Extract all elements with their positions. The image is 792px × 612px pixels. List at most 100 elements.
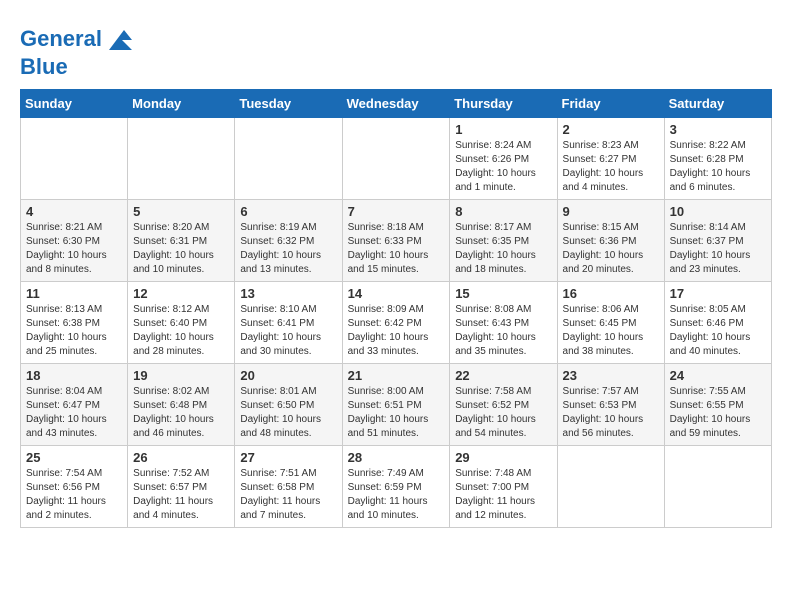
day-number: 9 bbox=[563, 204, 659, 219]
day-info: Sunrise: 7:51 AM Sunset: 6:58 PM Dayligh… bbox=[240, 467, 336, 523]
day-number: 11 bbox=[26, 286, 122, 301]
day-number: 2 bbox=[563, 122, 659, 137]
calendar-cell: 5 Sunrise: 8:20 AM Sunset: 6:31 PM Daylig… bbox=[128, 200, 235, 282]
day-info: Sunrise: 8:13 AM Sunset: 6:38 PM Dayligh… bbox=[26, 303, 122, 359]
calendar-cell: 24 Sunrise: 7:55 AM Sunset: 6:55 PM Dayli… bbox=[664, 364, 771, 446]
calendar-cell: 9 Sunrise: 8:15 AM Sunset: 6:36 PM Daylig… bbox=[557, 200, 664, 282]
day-info: Sunrise: 7:55 AM Sunset: 6:55 PM Dayligh… bbox=[670, 385, 766, 441]
day-number: 20 bbox=[240, 368, 336, 383]
day-header-monday: Monday bbox=[128, 90, 235, 118]
logo-icon bbox=[104, 25, 134, 55]
day-info: Sunrise: 8:06 AM Sunset: 6:45 PM Dayligh… bbox=[563, 303, 659, 359]
calendar-week-2: 4 Sunrise: 8:21 AM Sunset: 6:30 PM Daylig… bbox=[21, 200, 772, 282]
day-number: 17 bbox=[670, 286, 766, 301]
day-header-wednesday: Wednesday bbox=[342, 90, 450, 118]
day-info: Sunrise: 7:52 AM Sunset: 6:57 PM Dayligh… bbox=[133, 467, 229, 523]
day-info: Sunrise: 8:04 AM Sunset: 6:47 PM Dayligh… bbox=[26, 385, 122, 441]
calendar-cell: 26 Sunrise: 7:52 AM Sunset: 6:57 PM Dayli… bbox=[128, 446, 235, 528]
day-number: 27 bbox=[240, 450, 336, 465]
day-number: 13 bbox=[240, 286, 336, 301]
day-number: 28 bbox=[348, 450, 445, 465]
calendar-cell bbox=[664, 446, 771, 528]
day-info: Sunrise: 8:00 AM Sunset: 6:51 PM Dayligh… bbox=[348, 385, 445, 441]
day-info: Sunrise: 8:08 AM Sunset: 6:43 PM Dayligh… bbox=[455, 303, 551, 359]
day-number: 5 bbox=[133, 204, 229, 219]
day-info: Sunrise: 8:02 AM Sunset: 6:48 PM Dayligh… bbox=[133, 385, 229, 441]
calendar-cell: 18 Sunrise: 8:04 AM Sunset: 6:47 PM Dayli… bbox=[21, 364, 128, 446]
calendar-week-5: 25 Sunrise: 7:54 AM Sunset: 6:56 PM Dayli… bbox=[21, 446, 772, 528]
day-info: Sunrise: 8:01 AM Sunset: 6:50 PM Dayligh… bbox=[240, 385, 336, 441]
day-number: 6 bbox=[240, 204, 336, 219]
calendar-cell: 8Sunrise: 8:17 AM Sunset: 6:35 PM Daylig… bbox=[450, 200, 557, 282]
day-info: Sunrise: 8:10 AM Sunset: 6:41 PM Dayligh… bbox=[240, 303, 336, 359]
logo-text: General Blue bbox=[20, 25, 134, 79]
calendar-cell: 16 Sunrise: 8:06 AM Sunset: 6:45 PM Dayli… bbox=[557, 282, 664, 364]
calendar-week-4: 18 Sunrise: 8:04 AM Sunset: 6:47 PM Dayli… bbox=[21, 364, 772, 446]
day-number: 1 bbox=[455, 122, 551, 137]
calendar-cell: 7 Sunrise: 8:18 AM Sunset: 6:33 PM Daylig… bbox=[342, 200, 450, 282]
calendar-cell: 2 Sunrise: 8:23 AM Sunset: 6:27 PM Daylig… bbox=[557, 118, 664, 200]
calendar-week-3: 11 Sunrise: 8:13 AM Sunset: 6:38 PM Dayli… bbox=[21, 282, 772, 364]
day-header-saturday: Saturday bbox=[664, 90, 771, 118]
day-number: 22 bbox=[455, 368, 551, 383]
calendar-cell: 20 Sunrise: 8:01 AM Sunset: 6:50 PM Dayli… bbox=[235, 364, 342, 446]
calendar-cell: 15 Sunrise: 8:08 AM Sunset: 6:43 PM Dayli… bbox=[450, 282, 557, 364]
calendar-week-1: 1 Sunrise: 8:24 AM Sunset: 6:26 PM Daylig… bbox=[21, 118, 772, 200]
day-number: 29 bbox=[455, 450, 551, 465]
day-number: 23 bbox=[563, 368, 659, 383]
day-number: 24 bbox=[670, 368, 766, 383]
day-number: 21 bbox=[348, 368, 445, 383]
calendar-cell: 12 Sunrise: 8:12 AM Sunset: 6:40 PM Dayli… bbox=[128, 282, 235, 364]
day-number: 3 bbox=[670, 122, 766, 137]
day-info: Sunrise: 7:48 AM Sunset: 7:00 PM Dayligh… bbox=[455, 467, 551, 523]
day-number: 25 bbox=[26, 450, 122, 465]
day-header-thursday: Thursday bbox=[450, 90, 557, 118]
day-number: 7 bbox=[348, 204, 445, 219]
day-info: Sunrise: 8:05 AM Sunset: 6:46 PM Dayligh… bbox=[670, 303, 766, 359]
calendar-cell: 4 Sunrise: 8:21 AM Sunset: 6:30 PM Daylig… bbox=[21, 200, 128, 282]
day-info: Sunrise: 8:15 AM Sunset: 6:36 PM Dayligh… bbox=[563, 221, 659, 277]
calendar-table: SundayMondayTuesdayWednesdayThursdayFrid… bbox=[20, 89, 772, 528]
calendar-cell: 27 Sunrise: 7:51 AM Sunset: 6:58 PM Dayli… bbox=[235, 446, 342, 528]
day-number: 26 bbox=[133, 450, 229, 465]
logo-blue: Blue bbox=[20, 54, 68, 79]
calendar-cell: 28 Sunrise: 7:49 AM Sunset: 6:59 PM Dayli… bbox=[342, 446, 450, 528]
calendar-cell: 10 Sunrise: 8:14 AM Sunset: 6:37 PM Dayli… bbox=[664, 200, 771, 282]
calendar-cell: 22Sunrise: 7:58 AM Sunset: 6:52 PM Dayli… bbox=[450, 364, 557, 446]
day-info: Sunrise: 8:12 AM Sunset: 6:40 PM Dayligh… bbox=[133, 303, 229, 359]
day-info: Sunrise: 8:14 AM Sunset: 6:37 PM Dayligh… bbox=[670, 221, 766, 277]
page-header: General Blue bbox=[20, 20, 772, 79]
calendar-header-row: SundayMondayTuesdayWednesdayThursdayFrid… bbox=[21, 90, 772, 118]
calendar-cell: 3 Sunrise: 8:22 AM Sunset: 6:28 PM Daylig… bbox=[664, 118, 771, 200]
day-info: Sunrise: 8:23 AM Sunset: 6:27 PM Dayligh… bbox=[563, 139, 659, 195]
calendar-cell: 11 Sunrise: 8:13 AM Sunset: 6:38 PM Dayli… bbox=[21, 282, 128, 364]
day-number: 12 bbox=[133, 286, 229, 301]
day-info: Sunrise: 8:19 AM Sunset: 6:32 PM Dayligh… bbox=[240, 221, 336, 277]
day-number: 14 bbox=[348, 286, 445, 301]
day-info: Sunrise: 8:20 AM Sunset: 6:31 PM Dayligh… bbox=[133, 221, 229, 277]
day-info: Sunrise: 7:54 AM Sunset: 6:56 PM Dayligh… bbox=[26, 467, 122, 523]
calendar-cell bbox=[235, 118, 342, 200]
day-info: Sunrise: 8:21 AM Sunset: 6:30 PM Dayligh… bbox=[26, 221, 122, 277]
calendar-cell bbox=[21, 118, 128, 200]
calendar-cell: 1 Sunrise: 8:24 AM Sunset: 6:26 PM Daylig… bbox=[450, 118, 557, 200]
day-number: 19 bbox=[133, 368, 229, 383]
calendar-cell bbox=[557, 446, 664, 528]
calendar-cell: 21 Sunrise: 8:00 AM Sunset: 6:51 PM Dayli… bbox=[342, 364, 450, 446]
day-info: Sunrise: 8:24 AM Sunset: 6:26 PM Dayligh… bbox=[455, 139, 551, 195]
day-header-tuesday: Tuesday bbox=[235, 90, 342, 118]
calendar-cell: 14 Sunrise: 8:09 AM Sunset: 6:42 PM Dayli… bbox=[342, 282, 450, 364]
day-number: 15 bbox=[455, 286, 551, 301]
day-info: Sunrise: 8:22 AM Sunset: 6:28 PM Dayligh… bbox=[670, 139, 766, 195]
calendar-cell: 25 Sunrise: 7:54 AM Sunset: 6:56 PM Dayli… bbox=[21, 446, 128, 528]
day-info: Sunrise: 8:18 AM Sunset: 6:33 PM Dayligh… bbox=[348, 221, 445, 277]
day-number: 4 bbox=[26, 204, 122, 219]
calendar-cell: 17 Sunrise: 8:05 AM Sunset: 6:46 PM Dayli… bbox=[664, 282, 771, 364]
day-number: 18 bbox=[26, 368, 122, 383]
day-number: 16 bbox=[563, 286, 659, 301]
day-info: Sunrise: 7:49 AM Sunset: 6:59 PM Dayligh… bbox=[348, 467, 445, 523]
day-info: Sunrise: 8:09 AM Sunset: 6:42 PM Dayligh… bbox=[348, 303, 445, 359]
day-number: 10 bbox=[670, 204, 766, 219]
calendar-cell: 29 Sunrise: 7:48 AM Sunset: 7:00 PM Dayli… bbox=[450, 446, 557, 528]
day-header-friday: Friday bbox=[557, 90, 664, 118]
